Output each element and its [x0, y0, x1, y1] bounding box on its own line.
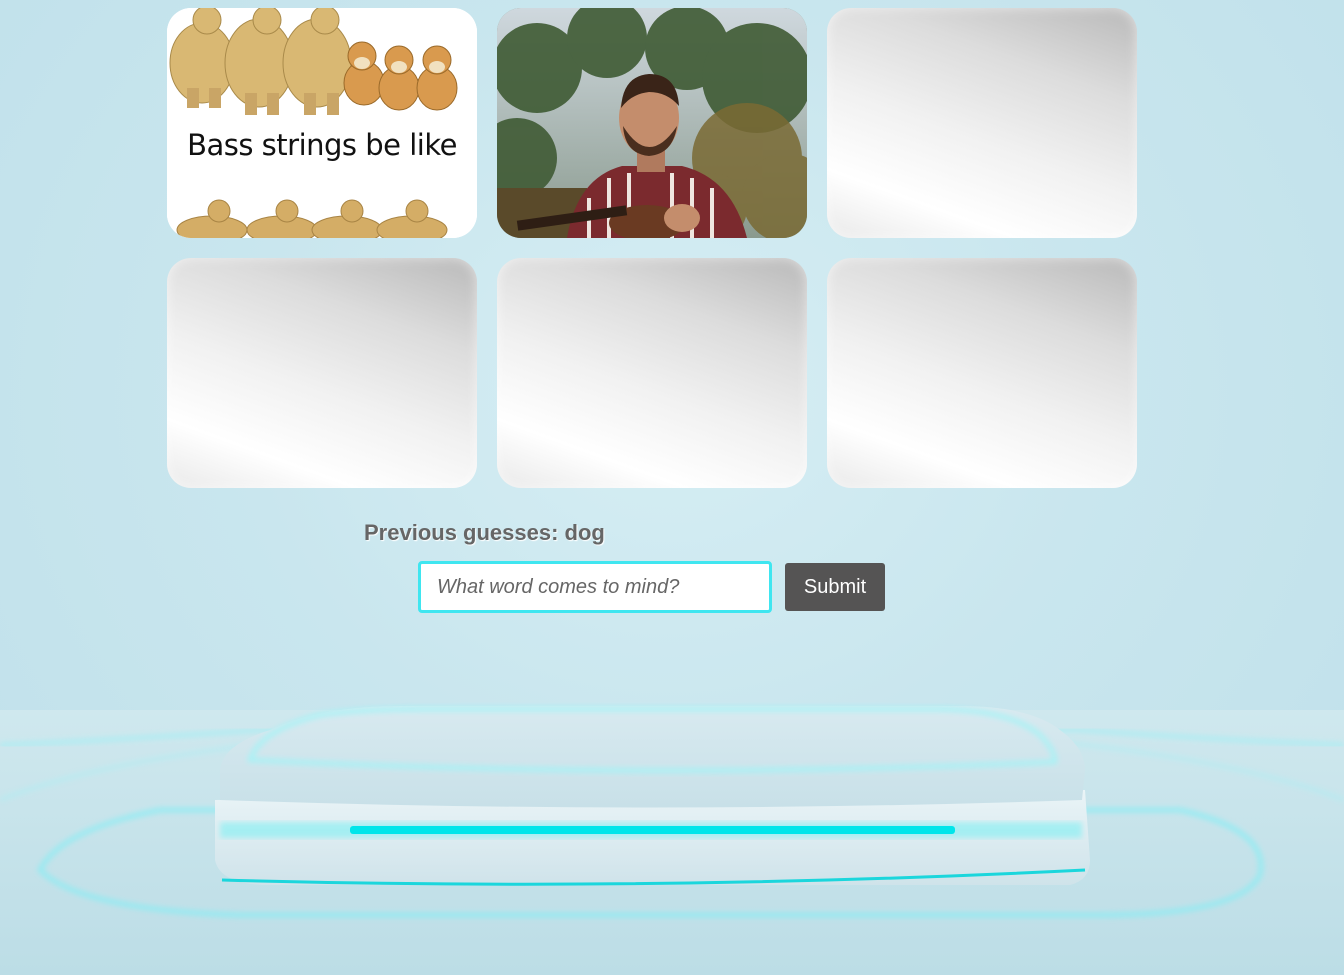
- buff-doge-meme-image: [167, 8, 477, 238]
- meme-caption: Bass strings be like: [187, 128, 457, 162]
- man-playing-ukulele-photo: [497, 8, 807, 238]
- image-tile-5-hidden[interactable]: [497, 258, 807, 488]
- image-tile-4-hidden[interactable]: [167, 258, 477, 488]
- image-tile-6-hidden[interactable]: [827, 258, 1137, 488]
- image-tile-1[interactable]: Bass strings be like: [167, 8, 477, 238]
- image-grid: Bass strings be like: [167, 8, 1137, 488]
- previous-guesses-label: Previous guesses: dog: [364, 520, 605, 545]
- image-tile-2[interactable]: [497, 8, 807, 238]
- image-tile-3-hidden[interactable]: [827, 8, 1137, 238]
- submit-button[interactable]: Submit: [785, 563, 885, 611]
- guess-input[interactable]: [418, 561, 772, 613]
